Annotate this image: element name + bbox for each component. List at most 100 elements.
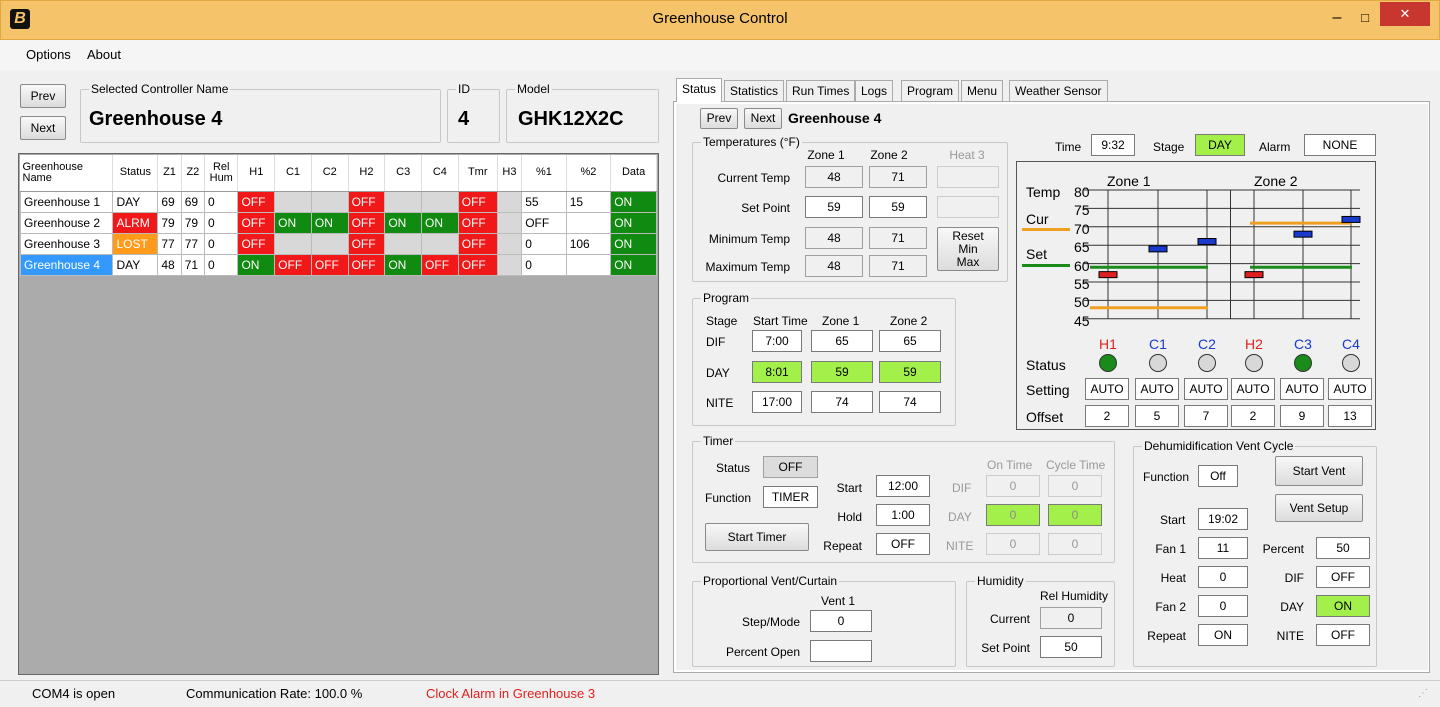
status-prev-button[interactable]: Prev bbox=[700, 108, 738, 129]
zone2-set-point[interactable]: 59 bbox=[869, 196, 927, 218]
resize-grip-icon[interactable]: ⋰ bbox=[1418, 688, 1428, 699]
timer-hold-value[interactable]: 1:00 bbox=[876, 504, 930, 526]
column-header[interactable]: Z2 bbox=[181, 155, 206, 192]
tab-status[interactable]: Status bbox=[676, 78, 723, 102]
column-header[interactable]: H1 bbox=[237, 155, 276, 192]
set-legend-line bbox=[1022, 264, 1070, 267]
prev-button[interactable]: Prev bbox=[20, 84, 66, 108]
graph-zone2-label: Zone 2 bbox=[1254, 173, 1298, 189]
cell-c1 bbox=[274, 232, 312, 255]
output-offset[interactable]: 2 bbox=[1231, 405, 1275, 427]
timer-nite-label: NITE bbox=[946, 539, 974, 553]
percent-open-value[interactable] bbox=[810, 640, 872, 662]
column-header[interactable]: Z1 bbox=[157, 155, 182, 192]
output-offset[interactable]: 2 bbox=[1085, 405, 1129, 427]
port-status: COM4 is open bbox=[32, 686, 116, 701]
timer-repeat-value[interactable]: OFF bbox=[876, 533, 930, 555]
dehum-start-value[interactable]: 19:02 bbox=[1198, 508, 1248, 530]
column-header[interactable]: H2 bbox=[348, 155, 386, 192]
program-nite-zone1[interactable]: 74 bbox=[811, 391, 873, 413]
cell-c4 bbox=[421, 190, 459, 213]
column-header[interactable]: Status bbox=[112, 155, 159, 192]
cell-z1: 48 bbox=[157, 253, 182, 276]
timer-function-value[interactable]: TIMER bbox=[763, 486, 818, 508]
tab-logs[interactable]: Logs bbox=[855, 80, 894, 101]
menu-about[interactable]: About bbox=[87, 47, 121, 62]
program-stage-header: Stage bbox=[706, 314, 738, 328]
menu-options[interactable]: Options bbox=[26, 47, 71, 62]
output-setting[interactable]: AUTO bbox=[1231, 378, 1275, 400]
start-timer-button[interactable]: Start Timer bbox=[705, 523, 809, 551]
dehum-nite-value[interactable]: OFF bbox=[1316, 624, 1370, 646]
output-setting[interactable]: AUTO bbox=[1135, 378, 1179, 400]
start-vent-button[interactable]: Start Vent bbox=[1275, 456, 1363, 486]
timer-nite-on: 0 bbox=[986, 533, 1040, 555]
column-header[interactable]: Greenhouse Name bbox=[20, 155, 114, 192]
tab-weather-sensor[interactable]: Weather Sensor bbox=[1009, 80, 1108, 101]
cell-z1: 69 bbox=[157, 190, 182, 213]
program-nite-zone2[interactable]: 74 bbox=[879, 391, 941, 413]
maximize-icon[interactable]: □ bbox=[1351, 4, 1379, 34]
column-header[interactable]: Data bbox=[610, 155, 657, 192]
table-row[interactable]: Greenhouse 3 LOST 77 77 0 OFF OFF OFF 0 106 ON bbox=[19, 232, 657, 255]
output-setting[interactable]: AUTO bbox=[1280, 378, 1324, 400]
column-header[interactable]: H3 bbox=[497, 155, 523, 192]
dehum-fan1-label: Fan 1 bbox=[1155, 542, 1186, 556]
vent-setup-button[interactable]: Vent Setup bbox=[1275, 494, 1363, 522]
dehum-percent-value[interactable]: 50 bbox=[1316, 537, 1370, 559]
next-button[interactable]: Next bbox=[20, 116, 66, 140]
cell-status: DAY bbox=[112, 253, 159, 276]
minimize-icon[interactable]: – bbox=[1323, 4, 1351, 34]
column-header[interactable]: C2 bbox=[311, 155, 349, 192]
cell-p2: 106 bbox=[565, 232, 612, 255]
status-next-button[interactable]: Next bbox=[744, 108, 782, 129]
program-day-zone1[interactable]: 59 bbox=[811, 361, 873, 383]
column-header[interactable]: Tmr bbox=[458, 155, 498, 192]
program-day-start[interactable]: 8:01 bbox=[752, 361, 802, 383]
step-mode-value[interactable]: 0 bbox=[810, 610, 872, 632]
tab-menu[interactable]: Menu bbox=[961, 80, 1004, 101]
timer-dif-cycle: 0 bbox=[1048, 475, 1102, 497]
timer-status-label: Status bbox=[716, 461, 751, 475]
column-header[interactable]: C4 bbox=[421, 155, 459, 192]
program-dif-start[interactable]: 7:00 bbox=[752, 330, 802, 352]
table-row[interactable]: Greenhouse 2 ALRM 79 79 0 OFF ON ON OFF ON ON OFF OF… bbox=[19, 211, 657, 234]
output-label-c1: C1 bbox=[1149, 336, 1167, 352]
program-nite-start[interactable]: 17:00 bbox=[752, 391, 802, 413]
output-setting[interactable]: AUTO bbox=[1184, 378, 1228, 400]
dehum-day-value[interactable]: ON bbox=[1316, 595, 1370, 617]
dehum-function-value[interactable]: Off bbox=[1198, 465, 1238, 487]
output-offset[interactable]: 9 bbox=[1280, 405, 1324, 427]
zone1-set-point[interactable]: 59 bbox=[805, 196, 863, 218]
output-setting[interactable]: AUTO bbox=[1328, 378, 1372, 400]
output-offset[interactable]: 7 bbox=[1184, 405, 1228, 427]
column-header[interactable]: C1 bbox=[274, 155, 312, 192]
program-dif-zone2[interactable]: 65 bbox=[879, 330, 941, 352]
tab-program[interactable]: Program bbox=[901, 80, 960, 101]
timer-start-value[interactable]: 12:00 bbox=[876, 475, 930, 497]
program-dif-zone1[interactable]: 65 bbox=[811, 330, 873, 352]
tab-statistics[interactable]: Statistics bbox=[724, 80, 785, 101]
step-mode-label: Step/Mode bbox=[741, 615, 800, 629]
output-offset[interactable]: 13 bbox=[1328, 405, 1372, 427]
program-day-zone2[interactable]: 59 bbox=[879, 361, 941, 383]
dehum-fan2-value[interactable]: 0 bbox=[1198, 595, 1248, 617]
tab-run-times[interactable]: Run Times bbox=[786, 80, 856, 101]
column-header[interactable]: Rel Hum bbox=[204, 155, 239, 192]
column-header[interactable]: %2 bbox=[566, 155, 612, 192]
column-header[interactable]: C3 bbox=[384, 155, 423, 192]
table-row[interactable]: Greenhouse 4 DAY 48 71 0 ON OFF OFF OFF ON OFF OFF 0… bbox=[19, 253, 657, 276]
dehum-fan1-value[interactable]: 11 bbox=[1198, 537, 1248, 559]
dehum-repeat-value[interactable]: ON bbox=[1198, 624, 1248, 646]
zone1-min-temp: 48 bbox=[805, 227, 863, 249]
column-header[interactable]: %1 bbox=[521, 155, 567, 192]
dehum-heat-value[interactable]: 0 bbox=[1198, 566, 1248, 588]
dehum-dif-value[interactable]: OFF bbox=[1316, 566, 1370, 588]
output-setting[interactable]: AUTO bbox=[1085, 378, 1129, 400]
humidity-set-point-value[interactable]: 50 bbox=[1040, 636, 1102, 658]
table-row[interactable]: Greenhouse 1 DAY 69 69 0 OFF OFF OFF 55 15 ON bbox=[19, 190, 657, 213]
reset-min-max-button[interactable]: Reset Min Max bbox=[937, 227, 999, 271]
close-icon[interactable]: ✕ bbox=[1380, 2, 1430, 26]
output-offset[interactable]: 5 bbox=[1135, 405, 1179, 427]
output-status-indicator bbox=[1099, 354, 1117, 372]
